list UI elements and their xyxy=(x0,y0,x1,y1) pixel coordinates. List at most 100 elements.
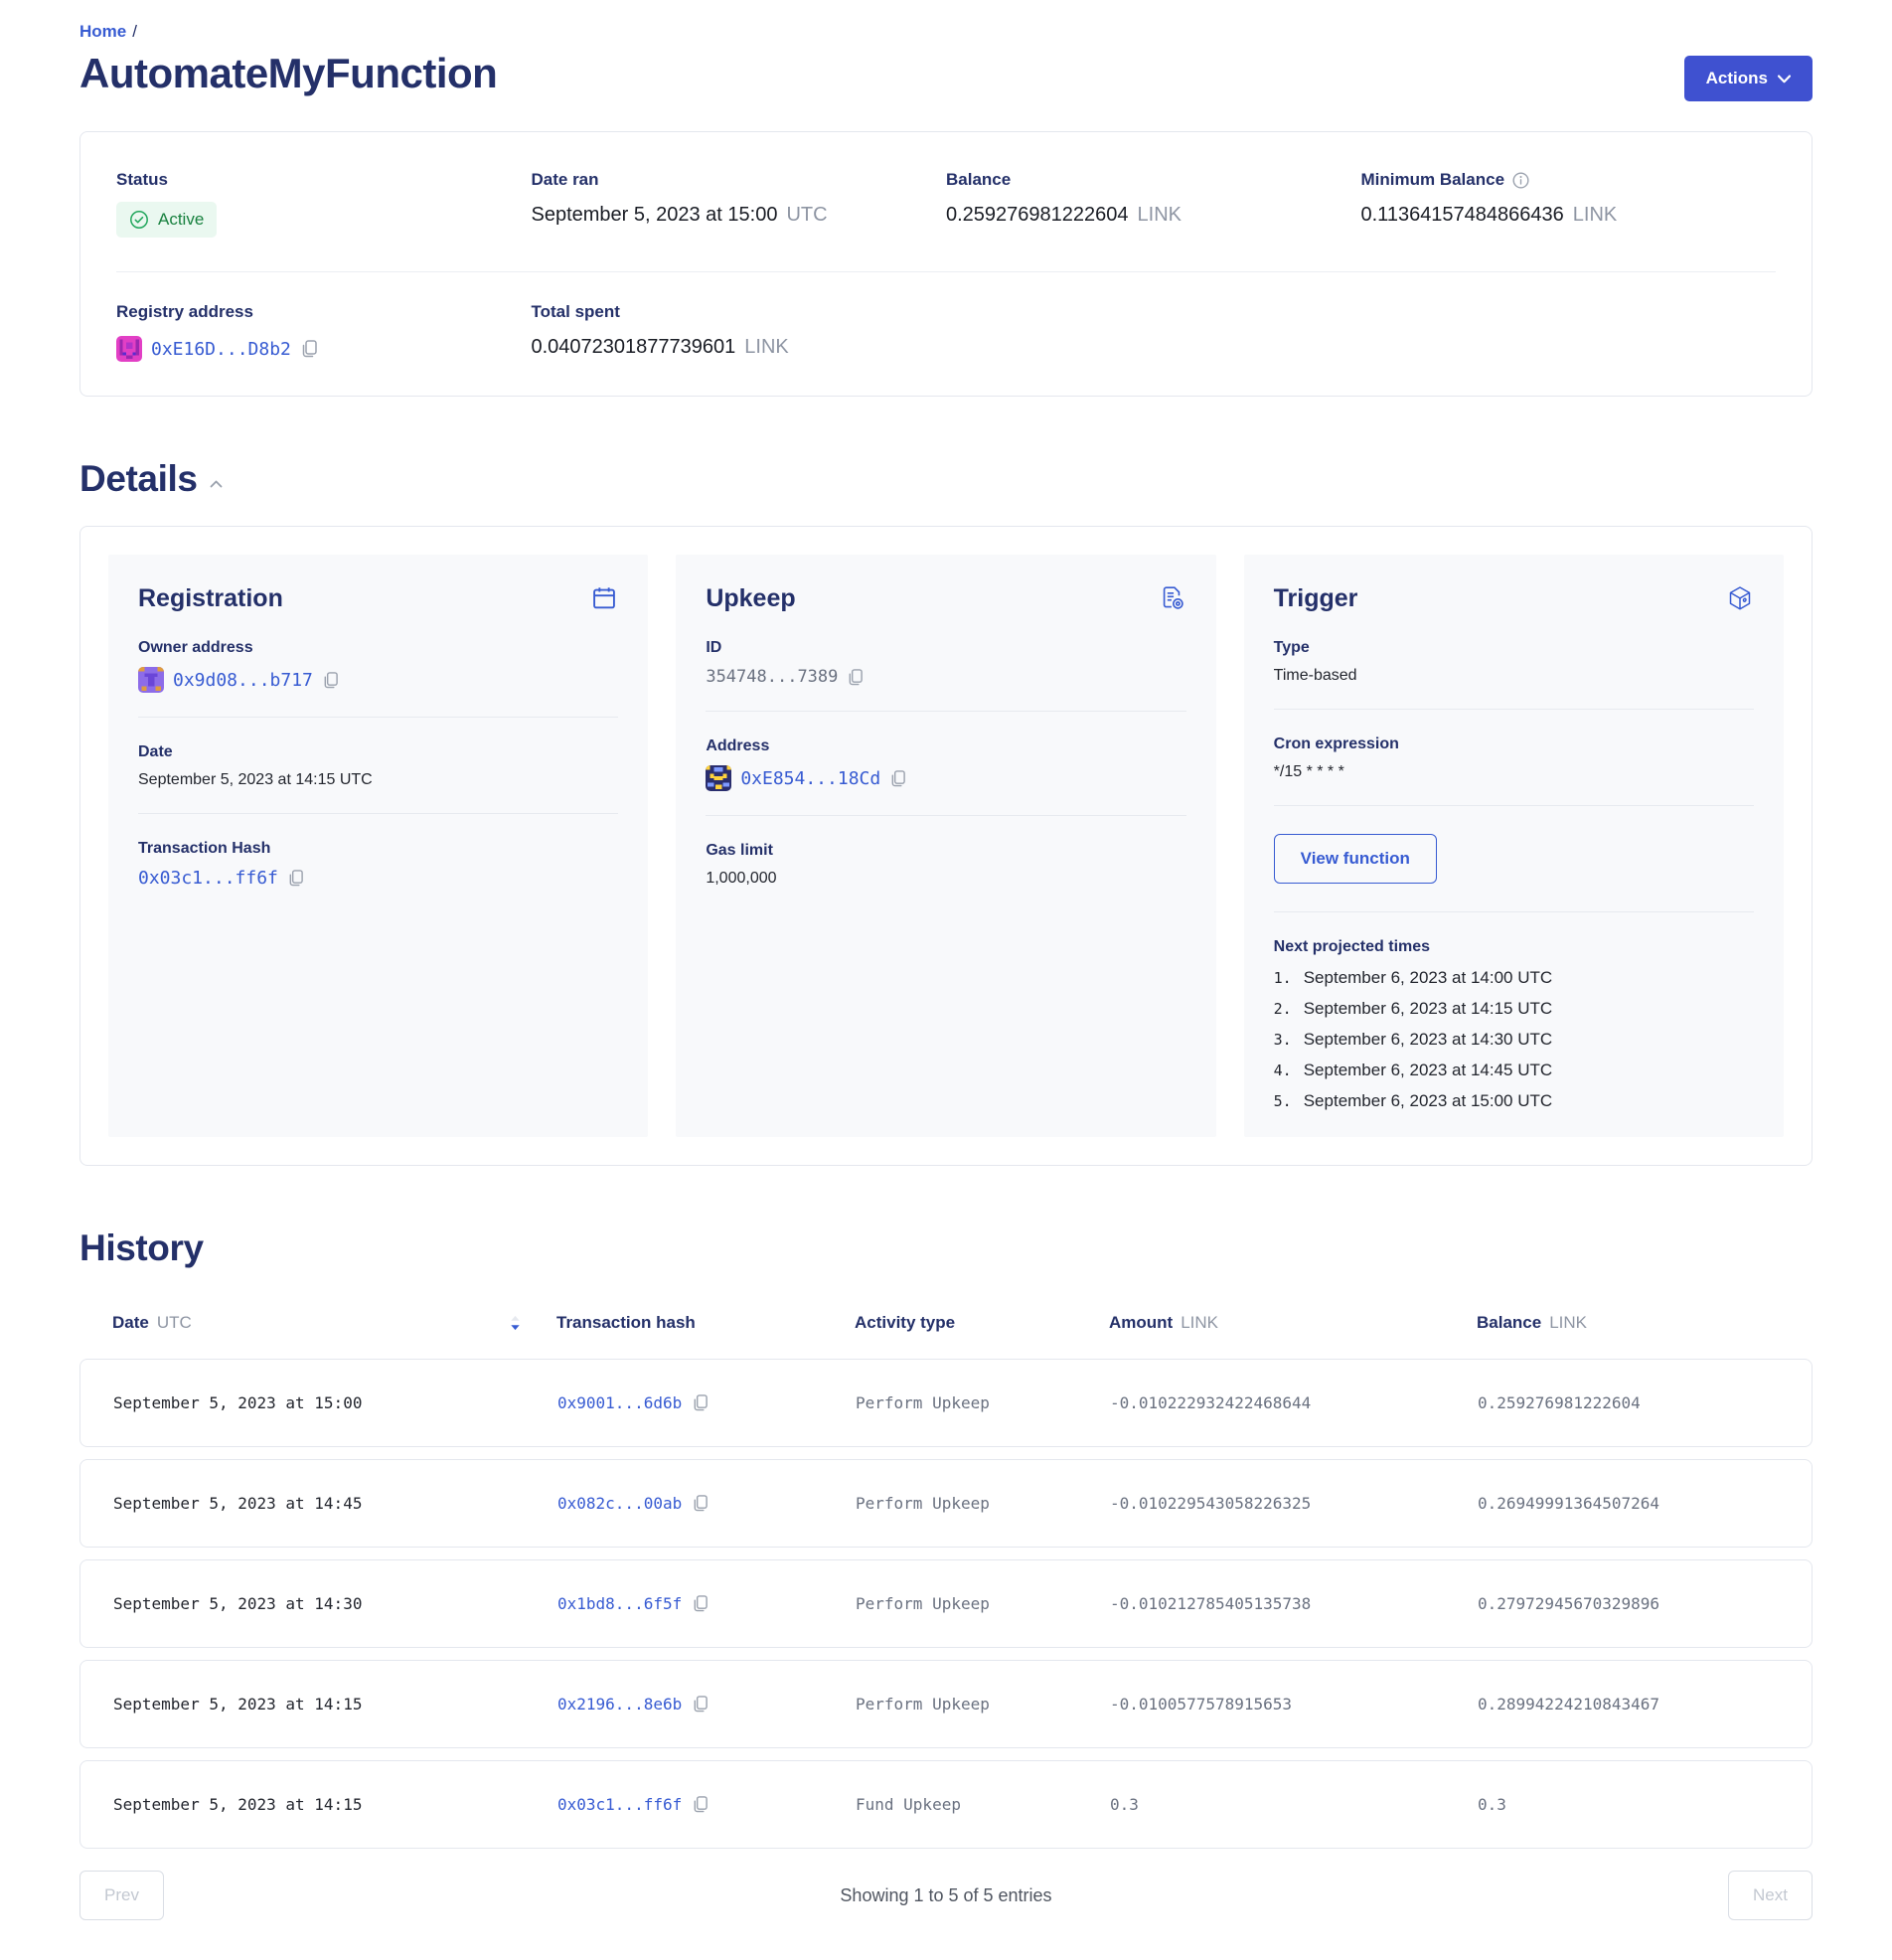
column-header-activity[interactable]: Activity type xyxy=(855,1313,1109,1333)
cron-expression-value: */15 * * * * xyxy=(1274,763,1344,781)
document-gear-icon xyxy=(1159,584,1186,612)
column-header-amount-label: Amount xyxy=(1109,1313,1173,1333)
column-header-date-label: Date xyxy=(112,1313,149,1333)
transaction-hash-link[interactable]: 0x03c1...ff6f xyxy=(557,1795,682,1814)
date-ran-timezone: UTC xyxy=(786,204,827,227)
registry-identicon xyxy=(116,336,142,362)
list-item-text: September 6, 2023 at 14:30 UTC xyxy=(1304,1030,1552,1050)
collapse-caret-icon[interactable] xyxy=(210,480,223,488)
registry-address-link[interactable]: 0xE16D...D8b2 xyxy=(151,339,291,360)
upkeep-id-value: 354748...7389 xyxy=(706,667,838,687)
transaction-hash-link[interactable]: 0x03c1...ff6f xyxy=(138,868,278,889)
column-header-balance-unit: LINK xyxy=(1549,1313,1587,1333)
title-row: AutomateMyFunction Actions xyxy=(79,50,1813,101)
row-activity: Perform Upkeep xyxy=(856,1594,1110,1613)
column-header-balance-label: Balance xyxy=(1477,1313,1541,1333)
column-header-date[interactable]: Date UTC xyxy=(112,1313,556,1333)
check-circle-icon xyxy=(129,210,149,230)
upkeep-address-link[interactable]: 0xE854...18Cd xyxy=(740,768,880,789)
row-date: September 5, 2023 at 15:00 xyxy=(113,1393,557,1412)
trigger-type-label: Type xyxy=(1274,639,1754,657)
copy-icon[interactable] xyxy=(322,671,339,690)
list-item-number: 3. xyxy=(1274,1031,1292,1049)
balance-value: 0.259276981222604 xyxy=(946,204,1129,227)
row-hash: 0x9001...6d6b xyxy=(557,1393,856,1412)
details-heading: Details xyxy=(79,458,198,500)
sort-icon[interactable] xyxy=(510,1315,521,1331)
status-badge: Active xyxy=(116,202,217,238)
balance-unit: LINK xyxy=(1138,204,1182,227)
copy-icon[interactable] xyxy=(300,339,318,359)
transaction-hash-link[interactable]: 0x082c...00ab xyxy=(557,1494,682,1513)
page: Home / AutomateMyFunction Actions Status … xyxy=(0,0,1892,1960)
status-value: Active xyxy=(158,210,204,230)
divider xyxy=(1274,805,1754,806)
row-balance: 0.27972945670329896 xyxy=(1478,1594,1812,1613)
copy-icon[interactable] xyxy=(692,1494,709,1513)
row-hash: 0x1bd8...6f5f xyxy=(557,1594,856,1613)
copy-icon[interactable] xyxy=(847,668,864,687)
next-button[interactable]: Next xyxy=(1728,1871,1813,1920)
copy-icon[interactable] xyxy=(692,1594,709,1613)
column-header-date-timezone: UTC xyxy=(157,1313,192,1333)
copy-icon[interactable] xyxy=(692,1393,709,1412)
list-item: 5.September 6, 2023 at 15:00 UTC xyxy=(1274,1091,1754,1111)
row-date: September 5, 2023 at 14:15 xyxy=(113,1795,557,1814)
next-projected-times-label: Next projected times xyxy=(1274,938,1754,956)
balance-field: Balance 0.259276981222604 LINK xyxy=(946,170,1361,238)
row-balance: 0.26949991364507264 xyxy=(1478,1494,1812,1513)
actions-button[interactable]: Actions xyxy=(1684,56,1813,101)
copy-icon[interactable] xyxy=(287,869,304,888)
view-function-button[interactable]: View function xyxy=(1274,834,1437,884)
table-row: September 5, 2023 at 14:30 0x1bd8...6f5f… xyxy=(79,1559,1813,1648)
upkeep-id-label: ID xyxy=(706,639,1185,657)
overview-row-1: Status Active Date ran September 5, 2023… xyxy=(116,170,1776,238)
list-item-number: 2. xyxy=(1274,1000,1292,1018)
breadcrumb-home-link[interactable]: Home xyxy=(79,22,126,41)
list-item-number: 5. xyxy=(1274,1092,1292,1110)
row-date: September 5, 2023 at 14:30 xyxy=(113,1594,557,1613)
min-balance-field: Minimum Balance 0.11364157484866436 LINK xyxy=(1361,170,1777,238)
transaction-hash-link[interactable]: 0x2196...8e6b xyxy=(557,1695,682,1714)
row-date: September 5, 2023 at 14:15 xyxy=(113,1695,557,1714)
owner-address-link[interactable]: 0x9d08...b717 xyxy=(173,670,313,691)
row-balance: 0.3 xyxy=(1478,1795,1812,1814)
row-date: September 5, 2023 at 14:45 xyxy=(113,1494,557,1513)
row-amount: -0.0100577578915653 xyxy=(1110,1695,1478,1714)
list-item: 2.September 6, 2023 at 14:15 UTC xyxy=(1274,999,1754,1019)
upkeep-card: Upkeep ID 354748...7389 Address 0xE854..… xyxy=(676,555,1215,1137)
overview-card: Status Active Date ran September 5, 2023… xyxy=(79,131,1813,397)
list-item-number: 1. xyxy=(1274,969,1292,987)
date-ran-label: Date ran xyxy=(532,170,947,190)
copy-icon[interactable] xyxy=(692,1795,709,1814)
divider xyxy=(138,717,618,718)
details-section-head: Details xyxy=(79,458,1813,500)
transaction-hash-link[interactable]: 0x9001...6d6b xyxy=(557,1393,682,1412)
list-item: 3. September 6, 2023 at 14:30 UTC xyxy=(1274,1030,1754,1050)
prev-button[interactable]: Prev xyxy=(79,1871,164,1920)
row-activity: Perform Upkeep xyxy=(856,1393,1110,1412)
divider xyxy=(1274,911,1754,912)
copy-icon[interactable] xyxy=(889,769,906,788)
registration-card: Registration Owner address 0x9d08...b717… xyxy=(108,555,648,1137)
copy-icon[interactable] xyxy=(692,1695,709,1714)
overview-row-2: Registry address 0xE16D...D8b2 Total spe… xyxy=(116,302,1776,362)
info-icon[interactable] xyxy=(1512,172,1529,189)
calendar-icon xyxy=(590,584,618,612)
row-amount: -0.010229543058226325 xyxy=(1110,1494,1478,1513)
registry-label: Registry address xyxy=(116,302,532,322)
divider xyxy=(706,711,1185,712)
actions-button-label: Actions xyxy=(1706,69,1768,88)
row-activity: Perform Upkeep xyxy=(856,1695,1110,1714)
column-header-balance[interactable]: Balance LINK xyxy=(1477,1313,1813,1333)
breadcrumb-separator: / xyxy=(132,22,137,41)
date-ran-field: Date ran September 5, 2023 at 15:00 UTC xyxy=(532,170,947,238)
row-balance: 0.28994224210843467 xyxy=(1478,1695,1812,1714)
overview-divider xyxy=(116,271,1776,272)
gas-limit-value: 1,000,000 xyxy=(706,870,776,888)
transaction-hash-link[interactable]: 0x1bd8...6f5f xyxy=(557,1594,682,1613)
divider xyxy=(138,813,618,814)
column-header-amount[interactable]: Amount LINK xyxy=(1109,1313,1477,1333)
status-field: Status Active xyxy=(116,170,532,238)
column-header-hash[interactable]: Transaction hash xyxy=(556,1313,855,1333)
